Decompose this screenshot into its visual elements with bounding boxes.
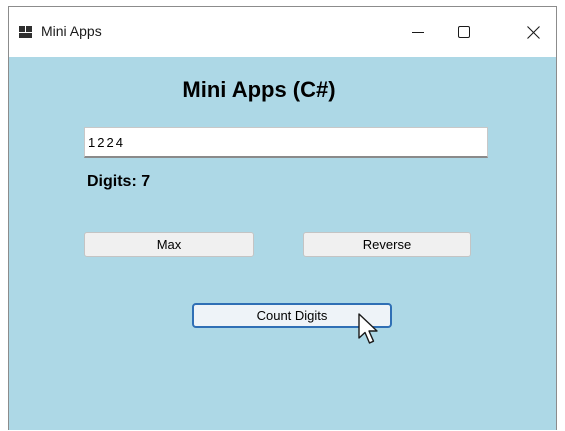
result-label: Digits: 7 — [87, 173, 151, 190]
close-icon — [526, 25, 540, 39]
app-window: Mini Apps Mini Apps (C#) 1224 Digits: 7 … — [8, 6, 557, 430]
max-button[interactable]: Max — [84, 232, 254, 257]
title-bar[interactable]: Mini Apps — [9, 7, 556, 57]
page-title: Mini Apps (C#) — [182, 77, 336, 102]
maximize-icon — [458, 26, 470, 38]
number-input[interactable]: 1224 — [84, 127, 488, 158]
minimize-icon — [412, 32, 424, 33]
close-button[interactable] — [510, 7, 556, 57]
maximize-button[interactable] — [441, 7, 487, 57]
mouse-pointer-icon — [358, 313, 378, 344]
window-title: Mini Apps — [41, 23, 102, 39]
minimize-button[interactable] — [395, 7, 441, 57]
app-icon — [19, 26, 33, 38]
reverse-button[interactable]: Reverse — [303, 232, 471, 257]
form-client-area: Mini Apps (C#) 1224 Digits: 7 Max Revers… — [9, 57, 556, 431]
